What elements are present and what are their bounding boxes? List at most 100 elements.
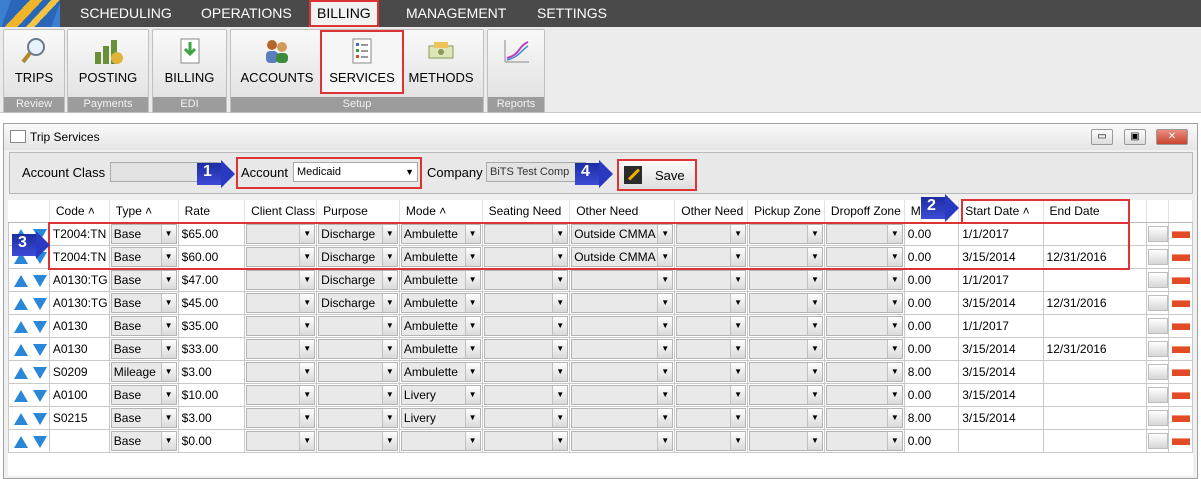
cell-m[interactable]: 0.00 <box>903 291 960 315</box>
delete-row-icon[interactable] <box>1171 368 1190 376</box>
col-seating-need[interactable]: Seating Need <box>482 200 571 223</box>
move-down-icon[interactable] <box>33 412 47 425</box>
services-button[interactable]: SERVICES <box>320 30 404 94</box>
cell-start-date[interactable]: 3/15/2014 <box>958 337 1044 361</box>
move-down-icon[interactable] <box>33 389 47 402</box>
cell-pickup[interactable]: ▼ <box>747 429 825 453</box>
cell-dropoff[interactable]: ▼ <box>823 337 905 361</box>
purpose-dropdown[interactable]: Discharge ▼ <box>318 293 398 313</box>
cell-seating[interactable]: ▼ <box>481 291 571 315</box>
cell-client_class[interactable]: ▼ <box>244 360 318 384</box>
cell-pickup[interactable]: ▼ <box>747 337 825 361</box>
cell-type[interactable]: Mileage ▼ <box>108 360 179 384</box>
cell-dropoff[interactable]: ▼ <box>823 429 905 453</box>
cell-type[interactable]: Base ▼ <box>108 337 179 361</box>
cell-code[interactable] <box>48 429 110 453</box>
cell-rate[interactable]: $10.00 <box>177 383 246 407</box>
cell-type[interactable]: Base ▼ <box>108 291 179 315</box>
cell-other2[interactable]: ▼ <box>674 406 749 430</box>
other2-dropdown[interactable]: ▼ <box>676 339 747 359</box>
delete-row-icon[interactable] <box>1171 253 1190 261</box>
pickup-dropdown[interactable]: ▼ <box>749 339 823 359</box>
cell-m[interactable]: 0.00 <box>903 268 960 292</box>
mode-dropdown[interactable]: Ambulette ▼ <box>400 362 481 382</box>
cell-client_class[interactable]: ▼ <box>244 337 318 361</box>
client_class-dropdown[interactable]: ▼ <box>246 408 316 428</box>
cell-start-date[interactable]: 3/15/2014 <box>958 406 1044 430</box>
cell-pickup[interactable]: ▼ <box>747 268 825 292</box>
table-row[interactable]: A0130 Base ▼ $35.00 ▼ ▼ Ambulette ▼ ▼ ▼ ▼ ▼ ▼ 0.00 1/1… <box>8 314 1193 338</box>
cell-mode[interactable]: Livery ▼ <box>398 383 483 407</box>
pickup-dropdown[interactable]: ▼ <box>749 362 823 382</box>
cell-type[interactable]: Base ▼ <box>108 314 179 338</box>
move-up-icon[interactable] <box>14 435 28 448</box>
reports-button[interactable] <box>488 32 544 92</box>
cell-other2[interactable]: ▼ <box>674 383 749 407</box>
purpose-dropdown[interactable]: Discharge ▼ <box>318 270 398 290</box>
cell-mode[interactable]: Ambulette ▼ <box>398 314 483 338</box>
seating-dropdown[interactable]: ▼ <box>483 293 569 313</box>
mode-dropdown[interactable]: Ambulette ▼ <box>400 293 481 313</box>
cell-start-date[interactable]: 1/1/2017 <box>958 314 1044 338</box>
type-dropdown[interactable]: Base ▼ <box>110 408 177 428</box>
cell-pickup[interactable]: ▼ <box>747 383 825 407</box>
cell-start-date[interactable]: 1/1/2017 <box>958 268 1044 292</box>
client_class-dropdown[interactable]: ▼ <box>246 385 316 405</box>
minimize-button[interactable]: ▭ <box>1091 129 1113 145</box>
purpose-dropdown[interactable]: ▼ <box>318 339 398 359</box>
cell-end-date[interactable] <box>1042 383 1148 407</box>
mode-dropdown[interactable]: Livery ▼ <box>400 408 481 428</box>
table-row[interactable]: A0130:TG Base ▼ $45.00 ▼ Discharge ▼ Ambulette ▼… <box>8 291 1193 315</box>
other2-dropdown[interactable]: ▼ <box>676 385 747 405</box>
type-dropdown[interactable]: Base ▼ <box>110 316 177 336</box>
save-button[interactable]: Save <box>617 159 697 191</box>
delete-row-icon[interactable] <box>1171 414 1190 422</box>
cell-start-date[interactable] <box>958 429 1044 453</box>
type-dropdown[interactable]: Base ▼ <box>110 270 177 290</box>
menu-billing[interactable]: BILLING <box>309 0 379 27</box>
client_class-dropdown[interactable]: ▼ <box>246 270 316 290</box>
cell-other1[interactable]: ▼ <box>569 360 676 384</box>
cell-client_class[interactable]: ▼ <box>244 429 318 453</box>
cell-type[interactable]: Base ▼ <box>108 383 179 407</box>
cell-rate[interactable]: $35.00 <box>177 314 246 338</box>
cell-rate[interactable]: $47.00 <box>177 268 246 292</box>
cell-other1[interactable]: ▼ <box>569 429 676 453</box>
cell-code[interactable]: A0130 <box>48 337 110 361</box>
move-up-icon[interactable] <box>14 297 28 310</box>
cell-other1[interactable]: ▼ <box>569 291 676 315</box>
cell-purpose[interactable]: Discharge ▼ <box>316 291 400 315</box>
note-icon[interactable] <box>1147 295 1168 311</box>
cell-type[interactable]: Base ▼ <box>108 429 179 453</box>
purpose-dropdown[interactable]: ▼ <box>318 431 398 451</box>
table-row[interactable]: A0130:TG Base ▼ $47.00 ▼ Discharge ▼ Ambulette ▼… <box>8 268 1193 292</box>
move-up-icon[interactable] <box>14 274 28 287</box>
dropoff-dropdown[interactable]: ▼ <box>825 270 903 290</box>
cell-seating[interactable]: ▼ <box>481 268 571 292</box>
dropoff-dropdown[interactable]: ▼ <box>825 431 903 451</box>
other1-dropdown[interactable]: ▼ <box>571 362 674 382</box>
seating-dropdown[interactable]: ▼ <box>483 408 569 428</box>
other2-dropdown[interactable]: ▼ <box>676 408 747 428</box>
delete-row-icon[interactable] <box>1171 437 1190 445</box>
cell-end-date[interactable] <box>1042 268 1148 292</box>
pickup-dropdown[interactable]: ▼ <box>749 293 823 313</box>
move-down-icon[interactable] <box>33 366 47 379</box>
cell-m[interactable]: 8.00 <box>903 406 960 430</box>
cell-other2[interactable]: ▼ <box>674 268 749 292</box>
type-dropdown[interactable]: Base ▼ <box>110 339 177 359</box>
cell-mode[interactable]: Ambulette ▼ <box>398 337 483 361</box>
dropoff-dropdown[interactable]: ▼ <box>825 339 903 359</box>
cell-start-date[interactable]: 3/15/2014 <box>958 383 1044 407</box>
cell-pickup[interactable]: ▼ <box>747 406 825 430</box>
cell-other2[interactable]: ▼ <box>674 360 749 384</box>
other1-dropdown[interactable]: ▼ <box>571 339 674 359</box>
cell-m[interactable]: 0.00 <box>903 383 960 407</box>
delete-row-icon[interactable] <box>1171 391 1190 399</box>
seating-dropdown[interactable]: ▼ <box>483 270 569 290</box>
client_class-dropdown[interactable]: ▼ <box>246 316 316 336</box>
other1-dropdown[interactable]: ▼ <box>571 316 674 336</box>
mode-dropdown[interactable]: Livery ▼ <box>400 385 481 405</box>
other2-dropdown[interactable]: ▼ <box>676 293 747 313</box>
col-type[interactable]: Type ˄ <box>109 200 179 223</box>
